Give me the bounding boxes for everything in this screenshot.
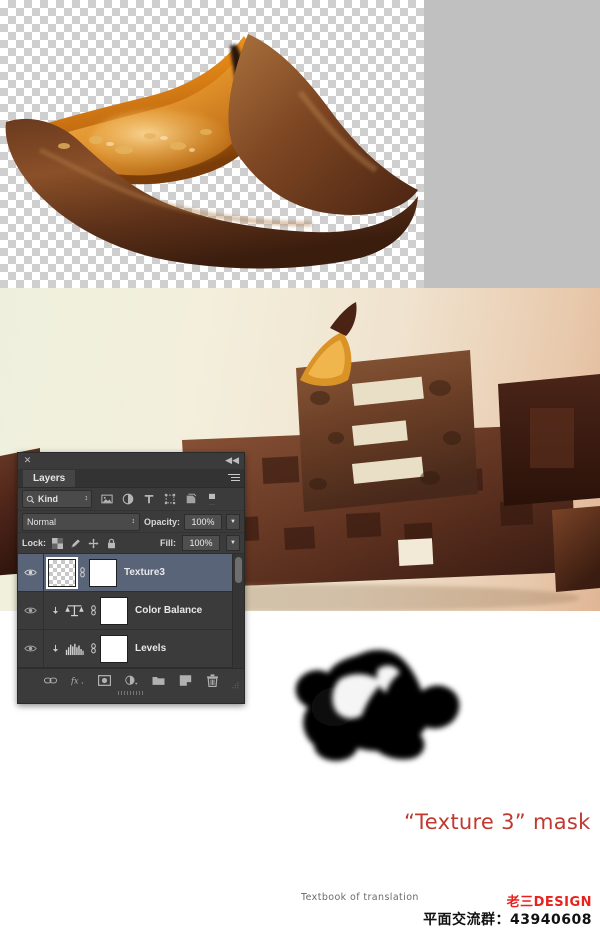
close-icon[interactable]: ✕ [23,456,32,465]
svg-text:fx: fx [71,676,79,685]
panel-footer-toolbar[interactable]: fx [18,668,244,695]
panel-titlebar[interactable]: ✕ ◀◀ [18,453,244,470]
table-row[interactable]: Texture3 [18,554,244,592]
filter-kind-label: Kind [38,494,58,504]
layer-name: Texture3 [124,567,165,578]
fill-dropdown-icon[interactable]: ▼ [226,535,240,551]
layer-list-scrollbar[interactable] [232,554,244,668]
lock-image-pixels-icon[interactable] [70,538,81,549]
link-mask-icon[interactable] [78,567,87,578]
textbook-caption-label: Textbook of translation [301,892,419,903]
gray-background-pane [424,0,600,288]
new-layer-button[interactable] [179,674,192,687]
opacity-input[interactable]: 100% [184,513,222,530]
watermark-design-label: 老三DESIGN [506,895,592,910]
chocolate-cutout-artwork [5,34,418,269]
opacity-label: Opacity: [143,516,180,527]
collapse-panel-icon[interactable]: ◀◀ [225,456,239,465]
layer-mask-thumbnail[interactable] [100,634,128,663]
filter-toggle-icon[interactable] [206,493,218,505]
panel-tabbar[interactable]: Layers [18,470,244,488]
table-row[interactable]: Color Balance [18,592,244,630]
balance-scale-icon [64,605,84,617]
layer-thumbnail[interactable] [46,556,78,589]
transparency-canvas [0,0,600,288]
layer-filter-row[interactable]: Kind ↕ [18,488,244,511]
layer-mask-thumbnail[interactable] [89,558,117,587]
blend-mode-row[interactable]: Normal ↕ Opacity: 100% ▼ [18,511,244,533]
filter-kind-select[interactable]: Kind ↕ [22,490,92,508]
blend-mode-select[interactable]: Normal ↕ [22,512,140,531]
watermark-qq-label: 平面交流群：43940608 [423,912,592,928]
delete-layer-button[interactable] [206,673,219,687]
clip-arrow-icon [52,606,58,614]
panel-resize-handle[interactable] [118,691,144,695]
layer-name: Color Balance [135,605,203,616]
lock-label: Lock: [22,538,47,548]
new-adjustment-layer-button[interactable] [124,674,138,687]
table-row[interactable]: Levels [18,630,244,668]
layers-panel[interactable]: ✕ ◀◀ Layers Kind ↕ Normal ↕ Opacity: 100… [17,452,245,704]
filter-adjustment-icon[interactable] [122,493,134,505]
fill-label: Fill: [160,538,176,548]
filter-smart-object-icon[interactable] [185,493,197,505]
lock-transparent-pixels-icon[interactable] [52,537,64,549]
layer-mask-thumbnail[interactable] [100,596,128,625]
panel-resize-grip[interactable] [232,680,241,689]
eye-icon [24,569,37,576]
layer-visibility-toggle[interactable] [18,592,44,629]
blend-mode-value: Normal [27,516,57,527]
link-layers-button[interactable] [43,674,57,687]
clipping-mask-icon [49,606,61,616]
search-icon [26,495,35,503]
blend-mode-stepper-icon[interactable]: ↕ [131,518,135,525]
mask-caption-label: “Texture 3” mask [404,810,591,834]
layer-list[interactable]: Texture3 Color Balance Levels [18,554,244,668]
eye-icon [24,607,37,614]
fill-input[interactable]: 100% [182,535,220,551]
levels-icon[interactable] [64,640,84,658]
chain-link-icon [91,605,96,616]
filter-kind-stepper-icon[interactable]: ↕ [85,495,89,502]
filter-icon-group[interactable] [101,493,218,505]
lock-icon-group[interactable] [52,537,117,549]
color-balance-icon[interactable] [64,602,84,620]
layer-style-fx-button[interactable]: fx [71,674,84,687]
filter-shape-icon[interactable] [164,493,176,505]
new-group-button[interactable] [152,674,165,687]
clipping-mask-icon [49,644,61,654]
link-mask-icon[interactable] [89,643,98,654]
lock-row[interactable]: Lock: Fill: 100% ▼ [18,533,244,554]
clip-arrow-icon [52,644,58,652]
filter-pixel-icon[interactable] [101,493,113,505]
texture-3-mask-blob [295,649,460,761]
tab-layers[interactable]: Layers [23,470,76,487]
lock-all-icon[interactable] [106,538,117,549]
add-layer-mask-button[interactable] [97,674,111,687]
filter-type-icon[interactable] [143,493,155,505]
histogram-icon [65,643,84,655]
eye-icon [24,645,37,652]
opacity-dropdown-icon[interactable]: ▼ [226,513,240,530]
layer-name: Levels [135,643,167,654]
scrollbar-thumb[interactable] [235,557,242,583]
layer-visibility-toggle[interactable] [18,554,44,591]
chain-link-icon [80,567,85,578]
panel-menu-icon[interactable] [228,474,240,483]
link-mask-icon[interactable] [89,605,98,616]
lock-position-icon[interactable] [88,537,99,549]
chain-link-icon [91,643,96,654]
layer-visibility-toggle[interactable] [18,630,44,667]
